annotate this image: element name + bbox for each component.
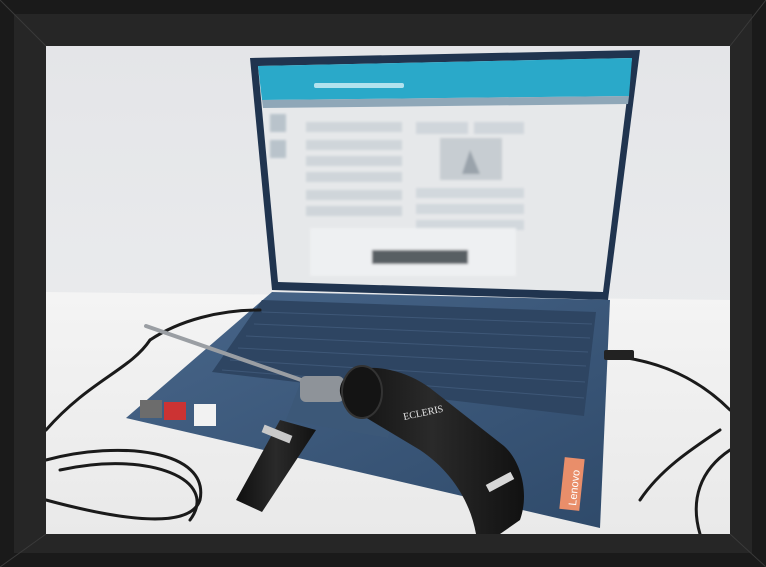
scope-coupler: [300, 376, 344, 402]
framed-photo: Lenovo ECLERIS: [0, 0, 766, 567]
camera-coupler-ring: [341, 365, 383, 419]
photo-canvas: Lenovo ECLERIS: [0, 0, 766, 567]
sticker-2: [164, 402, 186, 420]
sticker-1: [140, 400, 162, 418]
screen-app-title: [314, 83, 404, 88]
sticker-3: [194, 404, 216, 426]
usb-connector: [604, 350, 634, 360]
